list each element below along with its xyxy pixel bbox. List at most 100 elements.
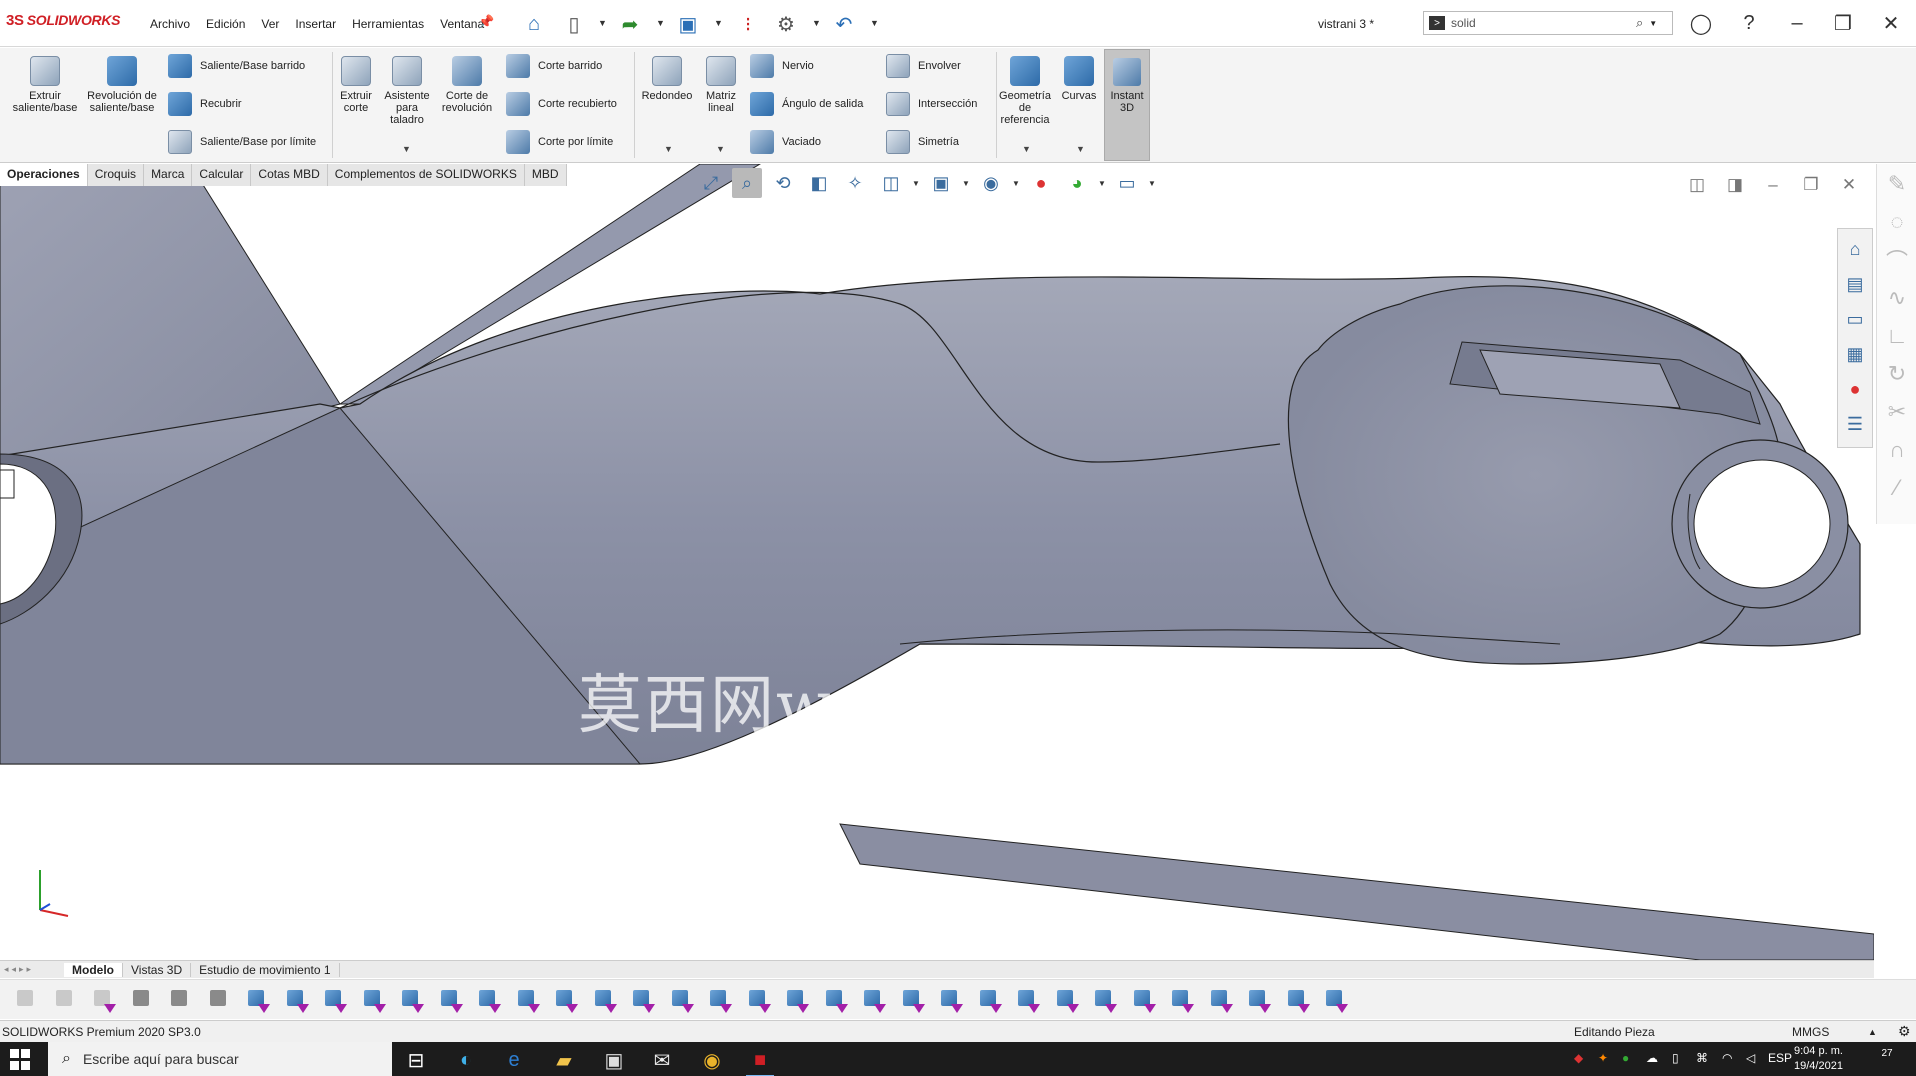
internet-explorer-icon[interactable]: e (496, 1046, 532, 1074)
swept-cut-button[interactable]: Corte barrido (506, 54, 602, 78)
customize-icon[interactable]: ⚙ (1898, 1023, 1911, 1040)
filter-surface-finish-icon[interactable] (742, 986, 772, 1014)
draft-button[interactable]: Ángulo de salida (750, 92, 863, 116)
filter-geometric-tolerance-icon[interactable] (780, 986, 810, 1014)
curves-dropdown-icon[interactable]: ▼ (1076, 144, 1085, 154)
display-style-dropdown-icon[interactable]: ▼ (962, 179, 970, 188)
previous-view-icon[interactable]: ⟲ (768, 168, 798, 198)
select-arrow-icon[interactable] (126, 986, 156, 1014)
curves-button[interactable]: Curvas (1056, 56, 1102, 102)
unit-system[interactable]: MMGS (1792, 1025, 1829, 1039)
boundary-cut-button[interactable]: Corte por límite (506, 130, 613, 154)
revolve-cut-button[interactable]: Corte de revolución (438, 56, 496, 114)
filter-extra-icon[interactable] (1319, 986, 1349, 1014)
filter-center-mark-icon[interactable] (1088, 986, 1118, 1014)
filter-vertex-icon[interactable] (241, 986, 271, 1014)
store-icon[interactable]: ▣ (596, 1046, 632, 1074)
viewport-split-left-icon[interactable]: ◫ (1686, 175, 1708, 195)
file-explorer-icon[interactable]: ▰ (546, 1046, 582, 1074)
tab-estudio-movimiento[interactable]: Estudio de movimiento 1 (191, 962, 340, 977)
trim-sketch-icon[interactable]: ✂ (1879, 394, 1915, 430)
minimize-icon[interactable]: – (1782, 8, 1812, 38)
search-input[interactable] (1451, 16, 1636, 30)
display-style-icon[interactable]: ▣ (926, 168, 956, 198)
view-orientation-icon[interactable]: ◫ (876, 168, 906, 198)
options-gear-icon[interactable]: ⚙ (772, 10, 800, 38)
pattern-dropdown-icon[interactable]: ▼ (716, 144, 725, 154)
tab-cotas-mbd[interactable]: Cotas MBD (251, 164, 328, 186)
solidworks-resources-icon[interactable]: ⌂ (1840, 234, 1870, 264)
extrude-boss-button[interactable]: Extruir saliente/base (6, 56, 84, 114)
ink-shape-icon[interactable]: ∩ (1879, 432, 1915, 468)
apply-scene-dropdown-icon[interactable]: ▼ (1098, 179, 1106, 188)
help-icon[interactable]: ? (1734, 8, 1764, 38)
viewport-minimize-icon[interactable]: – (1762, 175, 1784, 195)
eraser-icon[interactable]: ⁄ (1879, 470, 1915, 506)
filter-blocks-icon[interactable] (1011, 986, 1041, 1014)
new-document-icon[interactable]: ▯ (560, 10, 588, 38)
onedrive-tray-icon[interactable]: ☁ (1646, 1051, 1658, 1065)
filter-weld-icon[interactable] (896, 986, 926, 1014)
pen-icon[interactable]: ✎ (1879, 166, 1915, 202)
solidworks-taskbar-icon[interactable]: ■ (742, 1046, 778, 1076)
units-dropdown-icon[interactable]: ▲ (1868, 1027, 1877, 1037)
user-account-icon[interactable]: ◯ (1686, 8, 1716, 38)
revolve-boss-button[interactable]: Revolución de saliente/base (86, 56, 158, 114)
filter-solid-icon[interactable] (395, 986, 425, 1014)
linear-pattern-button[interactable]: Matriz lineal (698, 56, 744, 114)
solidworks-logo[interactable]: 3S SOLIDWORKS (6, 12, 121, 29)
edge-icon[interactable]: ◐ (448, 1046, 484, 1074)
rotate-sketch-icon[interactable]: ↻ (1879, 356, 1915, 392)
spline-sketch-icon[interactable]: ∿ (1879, 280, 1915, 316)
intersect-button[interactable]: Intersección (886, 92, 977, 116)
app-tray-icon[interactable]: ✦ (1598, 1051, 1608, 1065)
tab-complementos[interactable]: Complementos de SOLIDWORKS (327, 164, 525, 186)
filter-clear-icon[interactable] (87, 986, 117, 1014)
filter-routing-point-icon[interactable] (1165, 986, 1195, 1014)
view-settings-icon[interactable]: ▭ (1112, 168, 1142, 198)
mail-icon[interactable]: ✉ (644, 1046, 680, 1074)
pin-icon[interactable]: 📌 (478, 14, 494, 30)
windows-start-icon[interactable] (10, 1049, 32, 1071)
fillet-dropdown-icon[interactable]: ▼ (664, 144, 673, 154)
filter-datum-icon[interactable] (857, 986, 887, 1014)
tab-marca[interactable]: Marca (144, 164, 193, 186)
reference-geometry-button[interactable]: Geometría de referencia (998, 56, 1052, 126)
undo-icon[interactable]: ↶ (830, 10, 858, 38)
filter-edit-icon[interactable] (1281, 986, 1311, 1014)
filter-axis-icon[interactable] (434, 986, 464, 1014)
filter-connection-point-icon[interactable] (1127, 986, 1157, 1014)
volume-tray-icon[interactable]: ◁ (1746, 1051, 1755, 1065)
hide-show-items-icon[interactable]: ◉ (976, 168, 1006, 198)
boundary-boss-button[interactable]: Saliente/Base por límite (168, 130, 316, 154)
shell-button[interactable]: Vaciado (750, 130, 821, 154)
filter-hide-icon[interactable] (49, 986, 79, 1014)
dynamic-annotation-icon[interactable]: ✧ (840, 168, 870, 198)
rebuild-icon[interactable]: ⁝ (734, 10, 762, 38)
menu-herramientas[interactable]: Herramientas (344, 17, 432, 31)
loft-cut-button[interactable]: Corte recubierto (506, 92, 617, 116)
language-indicator[interactable]: ESP (1768, 1051, 1792, 1065)
tab-calcular[interactable]: Calcular (192, 164, 252, 186)
search-dropdown-icon[interactable]: ▼ (1649, 19, 1657, 28)
graphics-area[interactable]: 莫西网www. 3dmox. com (0, 164, 1874, 960)
hide-show-dropdown-icon[interactable]: ▼ (1012, 179, 1020, 188)
viewport-restore-icon[interactable]: ❐ (1800, 175, 1822, 195)
undo-dropdown-icon[interactable]: ▼ (870, 18, 879, 28)
edit-appearance-icon[interactable]: ● (1026, 168, 1056, 198)
filter-plane-icon[interactable] (472, 986, 502, 1014)
save-dropdown-icon[interactable]: ▼ (714, 18, 723, 28)
arc-sketch-icon[interactable]: ⌒ (1879, 242, 1915, 278)
task-view-icon[interactable]: ⊟ (398, 1046, 434, 1074)
hole-wizard-dropdown-icon[interactable]: ▼ (402, 144, 411, 154)
filter-all-icon[interactable] (1242, 986, 1272, 1014)
filter-datum-target-icon[interactable] (934, 986, 964, 1014)
tab-croquis[interactable]: Croquis (87, 164, 145, 186)
extrude-cut-button[interactable]: Extruir corte (336, 56, 376, 114)
viewport-close-icon[interactable]: ✕ (1838, 175, 1860, 195)
filter-edge-icon[interactable] (280, 986, 310, 1014)
antivirus-tray-icon[interactable]: ◆ (1574, 1051, 1583, 1065)
tab-modelo[interactable]: Modelo (64, 962, 123, 977)
save-icon[interactable]: ▣ (674, 10, 702, 38)
mirror-button[interactable]: Simetría (886, 130, 959, 154)
